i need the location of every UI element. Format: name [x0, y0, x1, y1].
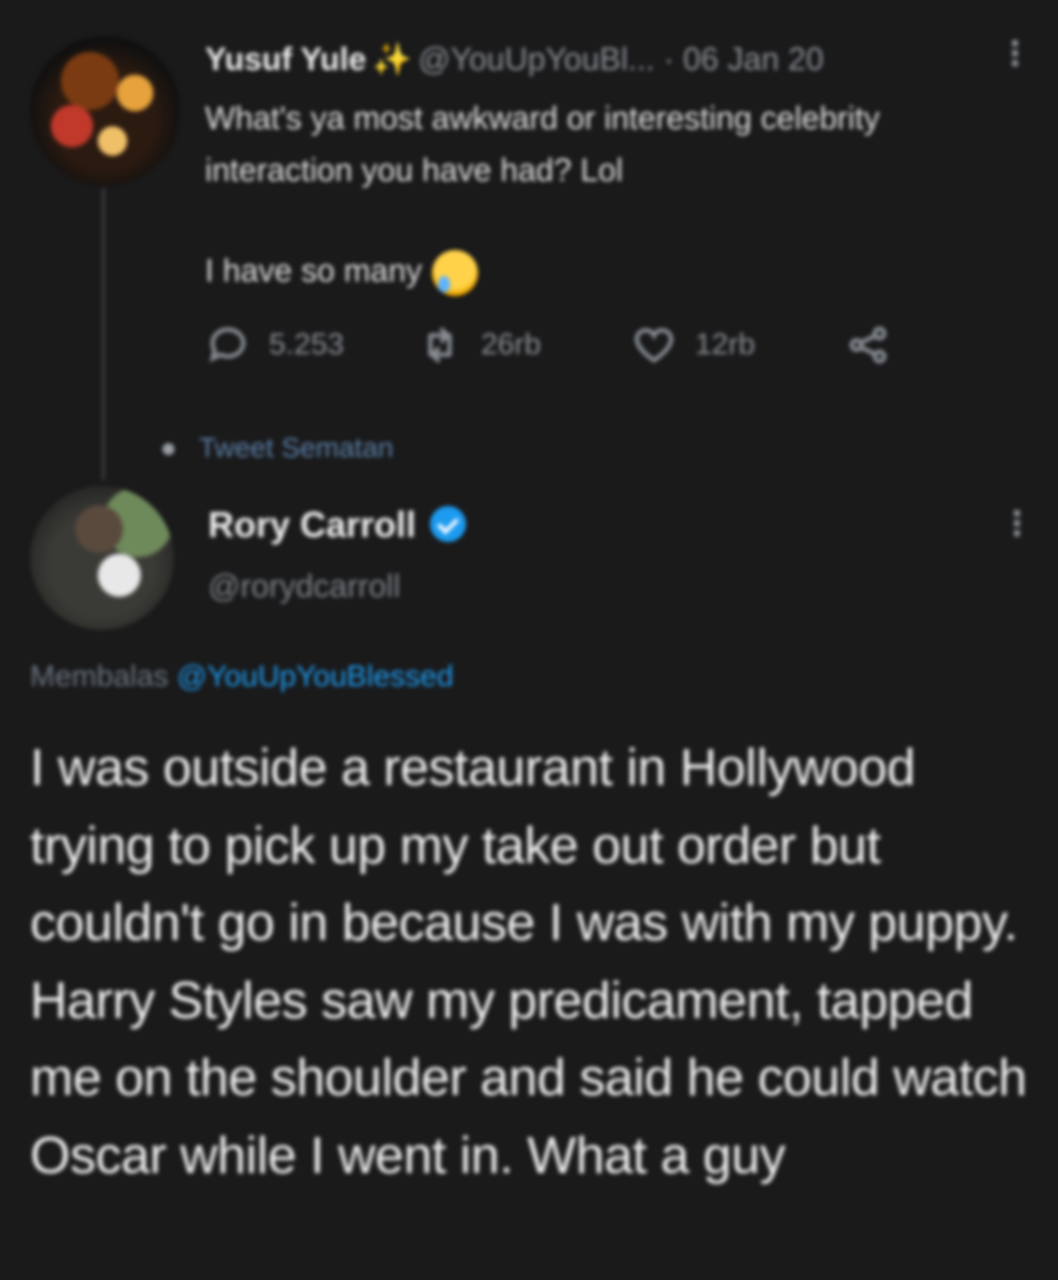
retweet-count: 26rb	[481, 328, 542, 361]
retweet-icon	[428, 327, 452, 363]
parent-date[interactable]: 06 Jan 20	[683, 41, 824, 77]
verified-badge-icon	[430, 506, 467, 543]
thread-line	[102, 188, 105, 480]
parent-tweet-header: Yusuf Yule ✨ @YouUpYouBl... · 06 Jan 20	[205, 40, 824, 78]
share-button[interactable]	[845, 322, 909, 368]
like-count: 12rb	[695, 328, 756, 361]
parent-tweet-text2: I have so many	[205, 252, 422, 289]
replying-mention-link[interactable]: @YouUpYouBlessed	[177, 660, 454, 693]
parent-action-bar: 5.253 26rb 12rb	[205, 322, 905, 382]
reply-tweet-text: I was outside a restaurant in Hollywood …	[30, 739, 1027, 1185]
reply-handle[interactable]: @rorydcarroll	[208, 568, 401, 605]
separator-dot: ·	[663, 41, 675, 77]
loudly-crying-face-icon	[432, 250, 478, 296]
share-icon	[849, 326, 887, 364]
like-button[interactable]: 12rb	[631, 322, 755, 368]
parent-more-options-icon[interactable]: ⋮	[998, 34, 1032, 74]
reply-more-options-icon[interactable]: ⋮	[1000, 504, 1034, 544]
reply-author-name[interactable]: Rory Carroll	[208, 504, 416, 545]
pinned-tweet-label: ● Tweet Sematan	[160, 432, 393, 464]
reply-count: 5.253	[269, 328, 345, 361]
parent-handle[interactable]: @YouUpYouBl...	[418, 41, 655, 77]
heart-icon	[634, 328, 674, 363]
replying-to: Membalas @YouUpYouBlessed	[30, 660, 454, 694]
pinned-label-text: Tweet Sematan	[198, 432, 394, 463]
star-icon: ✨	[372, 41, 413, 77]
parent-avatar[interactable]	[30, 36, 180, 186]
reply-button[interactable]: 5.253	[205, 322, 344, 368]
reply-avatar[interactable]	[30, 486, 174, 630]
replying-prefix: Membalas	[30, 660, 169, 693]
parent-author-name[interactable]: Yusuf Yule	[205, 41, 366, 77]
pin-icon: ●	[160, 432, 177, 463]
parent-tweet-text: What's ya most awkward or interesting ce…	[205, 100, 880, 188]
parent-tweet-text-line2: I have so many	[205, 250, 478, 296]
retweet-button[interactable]: 26rb	[417, 322, 541, 368]
reply-author-name-row: Rory Carroll	[208, 504, 467, 546]
comment-icon	[209, 327, 246, 363]
